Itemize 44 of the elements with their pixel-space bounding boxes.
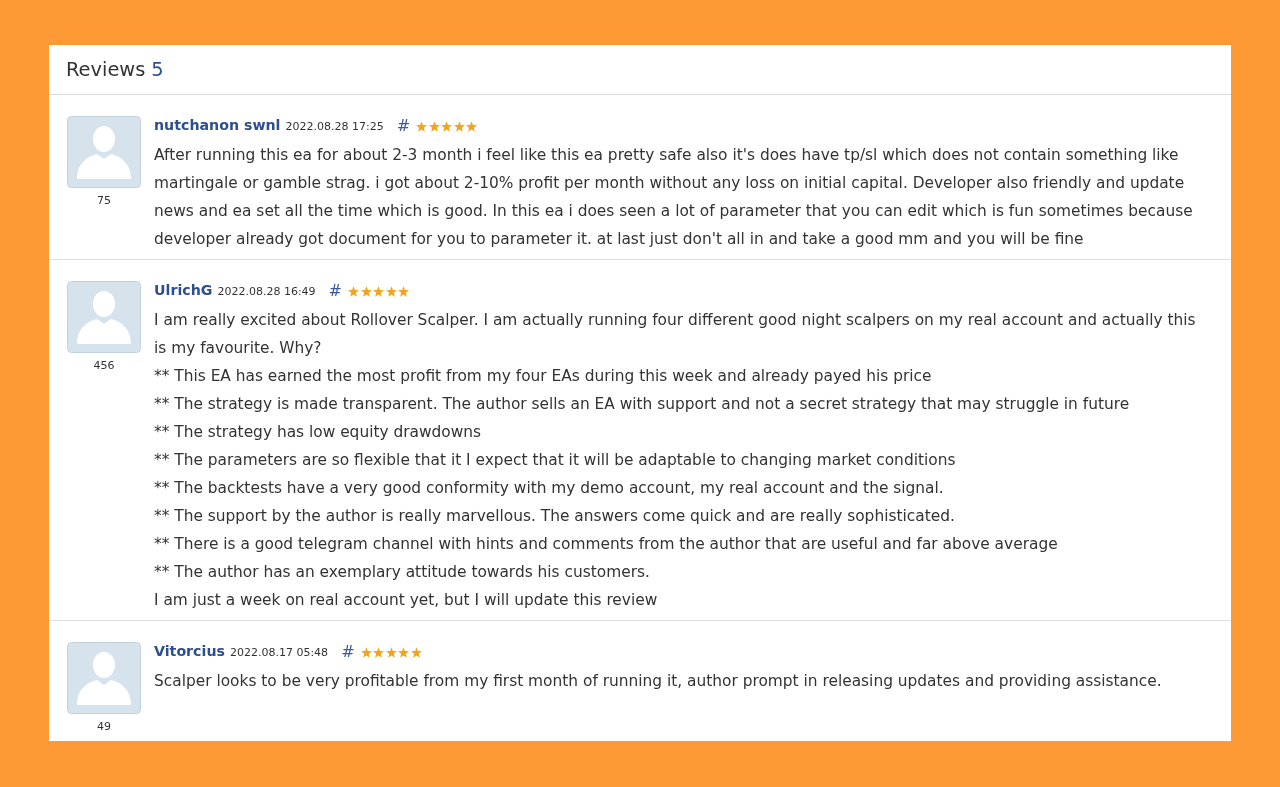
star-icon <box>428 120 440 132</box>
review-text: I am really excited about Rollover Scalper. I am actually running four different good night scalpers on my real account and actually this is my favourite. Why? <box>154 310 1197 359</box>
review-text: ** The strategy has low equity drawdowns <box>154 422 483 443</box>
permalink[interactable]: # <box>396 115 411 135</box>
star-icon <box>373 285 384 297</box>
review-date: 2022.08.28 16:49 <box>217 283 316 298</box>
star-icon <box>410 646 422 658</box>
avatar-number: 456 <box>93 359 115 373</box>
review-text: ** The backtests have a very good conformity with my demo account, my real account and the signal. <box>154 478 945 499</box>
review-text: ** The author has an exemplary attitude towards his customers. <box>154 562 651 583</box>
review-text: ** The strategy is made transparent. The author sells an EA with support and not a secret strategy that may struggle in future <box>154 394 1131 415</box>
avatar-number: 75 <box>97 194 111 208</box>
review-text: I am just a week on real account yet, but I will update this review <box>154 590 659 611</box>
review-date: 2022.08.28 17:25 <box>285 118 384 133</box>
star-icon <box>360 285 372 297</box>
review-text: ** This EA has earned the most profit from my four EAs during this week and already payed his price <box>154 366 933 387</box>
author-link[interactable]: nutchanon swnl <box>154 117 281 133</box>
author-link[interactable]: Vitorcius <box>154 643 225 659</box>
review-date: 2022.08.17 05:48 <box>229 644 329 659</box>
star-icon <box>385 646 397 658</box>
review-count: 5 <box>151 58 164 81</box>
star-icon <box>453 120 465 132</box>
star-icon <box>373 646 385 658</box>
star-icon <box>348 285 359 297</box>
review-text: After running this ea for about 2-3 month i feel like this ea pretty safe also it's does have tp/sl which does not contain something like martingale or gamble strag. i got about 2-10% profit per month without any loss on initial capital. Developer also friendly and update news and ea set all the time which is good. In this ea i does seen a lot of parameter that you can edit which is fun sometimes because developer already got document for you to parameter it. at last just don't all in and take a good mm and you will be fine <box>154 145 1194 250</box>
star-icon <box>398 285 409 297</box>
author-link[interactable]: UlrichG <box>154 282 213 298</box>
permalink[interactable]: # <box>328 280 342 300</box>
star-icon <box>466 120 478 132</box>
review-text: ** The parameters are so flexible that it I expect that it will be adaptable to changing market conditions <box>154 450 957 471</box>
review-text: ** There is a good telegram channel with hints and comments from the author that are useful and far above average <box>154 534 1059 555</box>
avatar-placeholder-icon <box>67 116 141 188</box>
review-text: ** The support by the author is really marvellous. The answers come quick and are really sophisticated. <box>154 506 956 527</box>
avatar-placeholder-icon <box>67 642 141 714</box>
avatar-placeholder-icon <box>67 281 141 353</box>
section-title: Reviews <box>66 58 146 81</box>
review-text: Scalper looks to be very profitable from my first month of running it, author prompt in releasing updates and providing assistance. <box>154 671 1163 692</box>
avatar-number: 49 <box>97 720 111 734</box>
star-icon <box>441 120 453 132</box>
star-icon <box>398 646 410 658</box>
permalink[interactable]: # <box>341 641 355 661</box>
star-icon <box>360 646 372 658</box>
star-icon <box>385 285 397 297</box>
star-icon <box>416 120 428 132</box>
